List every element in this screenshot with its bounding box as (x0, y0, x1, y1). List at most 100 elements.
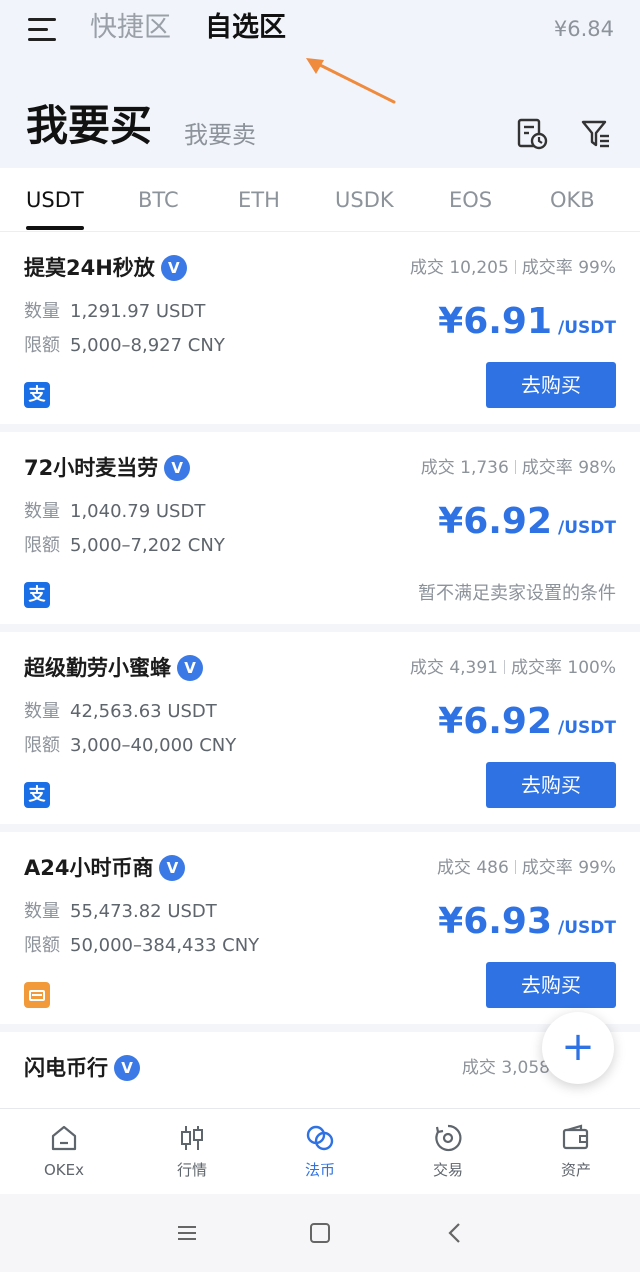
merchant-card[interactable]: 72小时麦当劳 V 成交 1,736 成交率 98% 数量 1,040.79 USDT… (0, 432, 640, 632)
merchant-card[interactable]: 超级勤劳小蜜蜂 V 成交 4,391 成交率 100% 数量 42,563.63 US… (0, 632, 640, 832)
quantity-row: 数量 55,473.82 USDT (24, 898, 217, 926)
menu-icon[interactable] (28, 16, 58, 42)
merchant-name-text: 闪电币行 (24, 1056, 108, 1080)
limit-label: 限额 (24, 735, 60, 756)
nav-trade[interactable]: 交易 (384, 1109, 512, 1195)
tab-coin-eth[interactable]: ETH (238, 184, 280, 216)
merchant-stats: 成交 1,736 成交率 98% (421, 454, 616, 482)
nav-market[interactable]: 行情 (128, 1109, 256, 1195)
price-unit: /USDT (558, 918, 616, 938)
add-fab-button[interactable]: + (542, 1012, 614, 1084)
price: ¥6.92/USDT (438, 498, 616, 552)
tab-coin-btc[interactable]: BTC (138, 184, 179, 216)
completion-rate: 99% (578, 858, 616, 878)
verified-icon: V (160, 255, 187, 281)
buy-button[interactable]: 去购买 (486, 762, 616, 808)
price-value: ¥6.92 (438, 701, 553, 742)
limit-row: 限额 5,000–8,927 CNY (24, 332, 225, 360)
price-unit: /USDT (558, 518, 616, 538)
merchant-name[interactable]: 72小时麦当劳 V (24, 452, 191, 484)
price-value: ¥6.92 (438, 501, 553, 542)
trade-icon (435, 1124, 462, 1152)
sell-tab[interactable]: 我要卖 (184, 118, 256, 152)
completion-rate: 99% (578, 258, 616, 278)
top-header: 快捷区 自选区 ¥6.84 我要买 我要卖 (0, 0, 640, 168)
back-icon[interactable] (440, 1218, 470, 1248)
merchant-name[interactable]: 闪电币行 V (24, 1052, 140, 1084)
merchant-name[interactable]: 提莫24H秒放 V (24, 252, 187, 284)
rate-label: 成交率 (521, 258, 573, 278)
quantity-value: 55,473.82 USDT (70, 901, 217, 922)
buy-button[interactable]: 去购买 (486, 962, 616, 1008)
verified-icon: V (159, 855, 186, 881)
trades-count: 486 (476, 858, 509, 878)
alipay-icon: 支 (24, 382, 50, 408)
tab-quick-zone[interactable]: 快捷区 (90, 10, 171, 46)
condition-note: 暂不满足卖家设置的条件 (418, 583, 616, 604)
nav-label: OKEx (44, 1161, 84, 1179)
limit-value: 50,000–384,433 CNY (70, 935, 260, 956)
order-history-icon[interactable] (516, 118, 548, 150)
price: ¥6.92/USDT (438, 698, 616, 752)
filter-icon[interactable] (580, 118, 612, 150)
tab-coin-usdt[interactable]: USDT (26, 184, 84, 216)
limit-label: 限额 (24, 935, 60, 956)
candlestick-icon (181, 1126, 203, 1150)
recent-apps-icon[interactable] (172, 1218, 202, 1248)
merchant-name-text: 超级勤劳小蜜蜂 (24, 656, 171, 680)
trades-label: 成交 (420, 458, 455, 478)
quantity-value: 1,040.79 USDT (70, 501, 206, 522)
home-square-icon[interactable] (305, 1218, 335, 1248)
buy-title[interactable]: 我要买 (26, 100, 152, 152)
merchant-card[interactable]: A24小时币商 V 成交 486 成交率 99% 数量 55,473.82 USDT … (0, 832, 640, 1032)
limit-value: 3,000–40,000 CNY (70, 735, 237, 756)
nav-label: 交易 (432, 1161, 463, 1179)
merchant-name[interactable]: 超级勤劳小蜜蜂 V (24, 652, 203, 684)
system-nav-bar (0, 1194, 640, 1272)
alipay-icon: 支 (24, 582, 50, 608)
merchant-name[interactable]: A24小时币商 V (24, 852, 186, 884)
merchant-name-text: 提莫24H秒放 (24, 256, 155, 280)
merchant-card[interactable]: 提莫24H秒放 V 成交 10,205 成交率 99% 数量 1,291.97 USD… (0, 232, 640, 432)
trades-count: 4,391 (449, 658, 498, 678)
verified-icon: V (114, 1055, 140, 1081)
tab-coin-usdk[interactable]: USDK (335, 184, 394, 216)
quantity-value: 1,291.97 USDT (70, 301, 206, 322)
trades-count: 1,736 (460, 458, 509, 478)
trades-label: 成交 (409, 258, 444, 278)
trades-count: 10,205 (449, 258, 509, 278)
coin-tabs: USDT BTC ETH USDK EOS OKB (0, 168, 640, 232)
nav-okex[interactable]: OKEx (0, 1109, 128, 1195)
buy-button[interactable]: 去购买 (486, 362, 616, 408)
merchant-stats: 成交 486 成交率 99% (437, 854, 616, 882)
merchant-name-text: A24小时币商 (24, 856, 154, 880)
active-tab-indicator (26, 226, 84, 230)
price-value: ¥6.91 (438, 301, 553, 342)
divider (514, 460, 516, 474)
quantity-row: 数量 1,291.97 USDT (24, 298, 205, 326)
annotation-arrow-icon (306, 58, 396, 104)
tab-favorites-zone[interactable]: 自选区 (205, 10, 286, 46)
completion-rate: 100% (567, 658, 616, 678)
limit-row: 限额 3,000–40,000 CNY (24, 732, 236, 760)
home-icon (51, 1125, 77, 1151)
nav-label: 资产 (560, 1161, 591, 1179)
trades-label: 成交 (409, 658, 444, 678)
verified-icon: V (177, 655, 203, 681)
nav-assets[interactable]: 资产 (512, 1109, 640, 1195)
merchant-stats: 成交 4,391 成交率 100% (410, 654, 616, 682)
bank-card-icon (24, 982, 50, 1008)
price: ¥6.93/USDT (438, 898, 616, 952)
merchant-list[interactable]: 提莫24H秒放 V 成交 10,205 成交率 99% 数量 1,291.97 USD… (0, 232, 640, 1108)
merchant-name-text: 72小时麦当劳 (24, 456, 159, 480)
completion-rate: 98% (578, 458, 616, 478)
limit-value: 5,000–8,927 CNY (70, 335, 225, 356)
tab-coin-okb[interactable]: OKB (550, 184, 595, 216)
nav-fiat[interactable]: 法币 (256, 1109, 384, 1195)
trades-label: 成交 (436, 858, 471, 878)
trades-label: 成交 (461, 1058, 496, 1078)
limit-label: 限额 (24, 535, 60, 556)
limit-row: 限额 50,000–384,433 CNY (24, 932, 259, 960)
price: ¥6.91/USDT (438, 298, 616, 352)
tab-coin-eos[interactable]: EOS (449, 184, 492, 216)
